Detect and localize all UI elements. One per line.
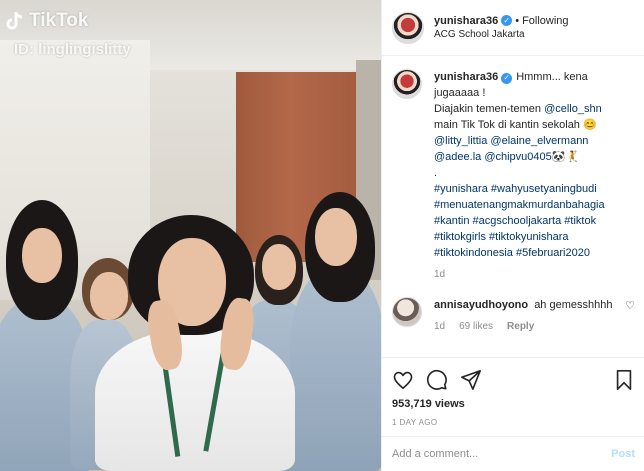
hashtag-link[interactable]: #wahyusetyaningbudi [491,183,597,195]
hashtag-link[interactable]: #tiktokindonesia [434,247,513,259]
hashtag-link[interactable]: #acgschooljakarta [473,215,562,227]
post-location[interactable]: ACG School Jakarta [434,28,569,42]
comment-text: ah gemesshhhh [534,299,613,311]
comment-icon[interactable] [426,369,448,391]
post-actions: 953,719 views 1 DAY AGO [382,357,644,427]
student-right2-face [315,208,357,266]
caption-author-avatar[interactable] [392,69,422,99]
comment-like-heart-icon[interactable]: ♡ [625,299,635,312]
caption-body: yunishara36 ✓ Hmmm... kena jugaaaaa ! Diaj… [434,69,635,283]
reply-button[interactable]: Reply [507,319,534,335]
author-username[interactable]: yunishara36 [434,14,498,28]
view-count[interactable]: 953,719 views [392,398,635,410]
commenter-username[interactable]: annisayudhoyono [434,299,528,311]
author-avatar[interactable] [392,11,424,44]
hashtag-link[interactable]: #5februari2020 [516,247,590,259]
hashtag-link[interactable]: #kantin [434,215,469,227]
add-comment-bar: Post [382,436,644,471]
tiktok-watermark: TikTok [6,10,88,32]
mention-link[interactable]: @elaine_elvermann [490,135,588,147]
mention-link[interactable]: @litty_littia [434,135,487,147]
caption-line2: Diajakin temen-temen [434,103,545,115]
comment-time[interactable]: 1d [434,319,445,335]
hashtag-link[interactable]: #tiktokgirls [434,231,486,243]
caption-username[interactable]: yunishara36 [434,71,498,83]
caption-line3: main Tik Tok di kantin sekolah 😊 [434,119,597,131]
tiktok-note-icon [6,12,23,30]
comment-body: annisayudhoyono ah gemesshhhh 1d 69 like… [434,297,624,335]
tiktok-brand-text: TikTok [29,10,89,31]
commenter-avatar[interactable] [392,297,422,327]
caption-time[interactable]: 1d [434,267,445,283]
caption-dot: . [434,167,438,179]
comment-meta: 1d 69 likes Reply [434,319,624,335]
hashtag-block: #yunishara #wahyusetyaningbudi #menuaten… [434,181,635,261]
post-comment-button[interactable]: Post [611,448,635,460]
student-right1-face [262,244,296,290]
comment-input[interactable] [392,448,612,460]
post-header: yunishara36 ✓ • Following ACG School Jak… [382,0,644,56]
following-button[interactable]: Following [522,14,568,28]
hashtag-link[interactable]: #tiktok [564,215,596,227]
bookmark-icon[interactable] [613,369,635,391]
mention-link[interactable]: @chipvu0405 [484,151,551,163]
caption-emoji: 🐼🤾 [551,151,580,163]
action-bar [392,364,635,396]
student-mid-face [90,272,128,320]
comment-item: annisayudhoyono ah gemesshhhh 1d 69 like… [392,297,635,335]
post-timestamp[interactable]: 1 DAY AGO [392,418,635,427]
caption-meta: 1d [434,267,635,283]
verified-icon: ✓ [501,15,513,26]
post-sidebar: yunishara36 ✓ • Following ACG School Jak… [381,0,644,471]
main-subject-shirt [95,330,295,471]
share-icon[interactable] [460,369,482,391]
caption-comment: yunishara36 ✓ Hmmm... kena jugaaaaa ! Diaj… [392,69,635,283]
comment-likes[interactable]: 69 likes [459,319,493,335]
mention-link[interactable]: @adee.la [434,151,481,163]
mention-link[interactable]: @cello_shn [544,103,602,115]
hashtag-link[interactable]: #yunishara [434,183,488,195]
hashtag-link[interactable]: #tiktokyunishara [489,231,569,243]
hashtag-link[interactable]: #menuatenangmakmurdanbahagia [434,199,605,211]
post-media[interactable]: TikTok ID: linglingislitty [0,0,381,471]
heart-icon[interactable] [392,369,414,391]
comments-list[interactable]: yunishara36 ✓ Hmmm... kena jugaaaaa ! Diaj… [382,57,644,357]
tiktok-user-id: ID: linglingislitty [14,41,131,58]
header-separator: • [515,14,520,27]
caption-verified-icon: ✓ [501,72,513,84]
student-left-face [22,228,62,283]
author-info: yunishara36 ✓ • Following ACG School Jak… [434,14,569,42]
